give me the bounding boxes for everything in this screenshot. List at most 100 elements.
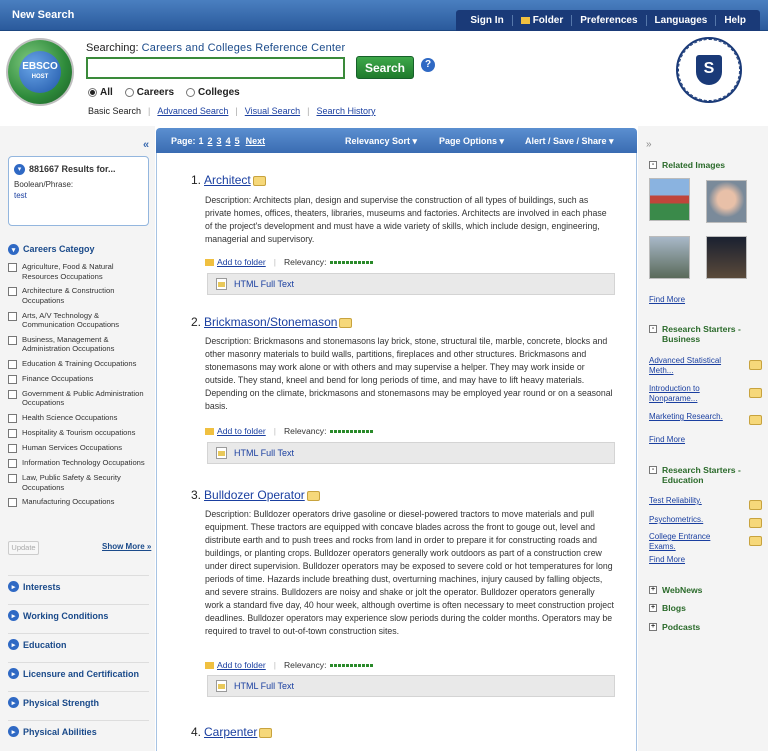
research-link[interactable]: College Entrance Exams.	[649, 532, 739, 552]
checkbox[interactable]	[8, 474, 17, 484]
result-title-link[interactable]: Carpenter	[204, 725, 257, 739]
business-find-more-link[interactable]: Find More	[649, 435, 685, 444]
preview-icon[interactable]	[749, 518, 762, 528]
preview-icon[interactable]	[339, 317, 353, 328]
image-thumbnail[interactable]	[649, 178, 690, 221]
checkbox[interactable]	[8, 389, 17, 399]
category-item[interactable]: Finance Occupations	[8, 374, 149, 384]
update-button[interactable]: Update	[8, 541, 39, 555]
webnews-header[interactable]: + WebNews	[649, 585, 702, 595]
category-item[interactable]: Business, Management & Administration Oc…	[8, 335, 149, 354]
research-link[interactable]: Advanced Statistical Meth...	[649, 356, 739, 376]
section-education[interactable]: ▸ Education	[8, 633, 149, 655]
collapse-left-icon[interactable]: «	[143, 139, 149, 151]
section-physical-strength[interactable]: ▸ Physical Strength	[8, 691, 149, 713]
checkbox[interactable]	[8, 311, 17, 321]
search-button[interactable]: Search	[356, 56, 414, 79]
page-link[interactable]: 5	[235, 136, 240, 146]
add-to-folder-link[interactable]: Add to folder	[217, 426, 266, 436]
section-physical-abilities[interactable]: ▸ Physical Abilities	[8, 720, 149, 742]
alert-save-share-dropdown[interactable]: Alert / Save / Share ▾	[525, 136, 614, 147]
research-link[interactable]: Introduction to Nonparame...	[649, 384, 739, 404]
preview-icon[interactable]	[306, 490, 320, 501]
category-item[interactable]: Health Science Occupations	[8, 413, 149, 424]
help-link[interactable]: Help	[715, 15, 754, 26]
category-item[interactable]: Government & Public Administration Occup…	[8, 389, 149, 408]
preview-icon[interactable]	[259, 727, 273, 738]
research-business-header[interactable]: - Research Starters - Business	[649, 324, 768, 344]
new-search-link[interactable]: New Search	[12, 9, 74, 21]
html-full-text-bar[interactable]: HTML Full Text	[207, 442, 615, 464]
html-full-text-link[interactable]: HTML Full Text	[234, 681, 294, 691]
result-title-link[interactable]: Bulldozer Operator	[204, 488, 305, 502]
page-link[interactable]: 3	[217, 136, 222, 146]
category-item[interactable]: Architecture & Construction Occupations	[8, 286, 149, 305]
research-link[interactable]: Marketing Research.	[649, 412, 739, 422]
page-link[interactable]: 2	[208, 136, 213, 146]
add-to-folder-link[interactable]: Add to folder	[217, 257, 266, 267]
collapse-right-icon[interactable]: »	[646, 139, 652, 150]
query-term[interactable]: test	[14, 191, 143, 200]
image-thumbnail[interactable]	[649, 236, 690, 279]
category-item[interactable]: Arts, A/V Technology & Communication Occ…	[8, 311, 149, 330]
result-title-link[interactable]: Architect	[204, 173, 251, 187]
radio-careers[interactable]: Careers	[124, 87, 174, 98]
page-options-dropdown[interactable]: Page Options ▾	[439, 136, 504, 147]
section-licensure[interactable]: ▸ Licensure and Certification	[8, 662, 149, 684]
image-thumbnail[interactable]	[706, 236, 747, 279]
result-title-link[interactable]: Brickmason/Stonemason	[204, 315, 337, 329]
chevron-down-icon[interactable]: ▾	[14, 163, 25, 175]
html-full-text-link[interactable]: HTML Full Text	[234, 448, 294, 458]
category-item[interactable]: Manufacturing Occupations	[8, 497, 149, 508]
checkbox[interactable]	[8, 263, 17, 273]
preview-icon[interactable]	[749, 500, 762, 510]
search-input[interactable]	[86, 57, 345, 79]
preview-icon[interactable]	[749, 388, 762, 398]
folder-link[interactable]: Folder	[511, 15, 572, 26]
blogs-header[interactable]: + Blogs	[649, 603, 686, 613]
checkbox[interactable]	[8, 359, 17, 369]
category-item[interactable]: Hospitality & Tourism occupations	[8, 428, 149, 439]
checkbox[interactable]	[8, 429, 17, 439]
category-item[interactable]: Agriculture, Food & Natural Resources Oc…	[8, 262, 149, 281]
languages-link[interactable]: Languages	[645, 15, 716, 26]
html-full-text-bar[interactable]: HTML Full Text	[207, 675, 615, 697]
section-working-conditions[interactable]: ▸ Working Conditions	[8, 604, 149, 626]
sign-in-link[interactable]: Sign In	[462, 15, 511, 26]
related-images-header[interactable]: - Related Images	[649, 160, 725, 170]
category-item[interactable]: Education & Training Occupations	[8, 359, 149, 369]
preview-icon[interactable]	[749, 360, 762, 370]
images-find-more-link[interactable]: Find More	[649, 295, 685, 304]
html-full-text-link[interactable]: HTML Full Text	[234, 279, 294, 289]
preview-icon[interactable]	[749, 536, 762, 546]
advanced-search-link[interactable]: Advanced Search	[157, 106, 228, 116]
relevancy-sort-dropdown[interactable]: Relevancy Sort ▾	[345, 136, 417, 147]
research-education-header[interactable]: - Research Starters - Education	[649, 465, 768, 485]
image-thumbnail[interactable]	[706, 180, 747, 223]
show-more-link[interactable]: Show More »	[102, 542, 151, 551]
category-header[interactable]: ▾ Careers Categoy	[8, 244, 149, 256]
html-full-text-bar[interactable]: HTML Full Text	[207, 273, 615, 295]
radio-all[interactable]: All	[88, 87, 113, 98]
checkbox[interactable]	[8, 414, 17, 424]
help-icon[interactable]: ?	[421, 58, 435, 72]
radio-colleges[interactable]: Colleges	[186, 87, 240, 98]
section-interests[interactable]: ▸ Interests	[8, 575, 149, 597]
visual-search-link[interactable]: Visual Search	[245, 106, 300, 116]
preview-icon[interactable]	[749, 415, 762, 425]
ebsco-host-logo[interactable]: EBSCO HOST	[8, 40, 72, 104]
category-item[interactable]: Human Services Occupations	[8, 443, 149, 454]
preferences-link[interactable]: Preferences	[571, 15, 645, 26]
category-item[interactable]: Information Technology Occupations	[8, 458, 149, 469]
category-item[interactable]: Law, Public Safety & Security Occupation…	[8, 473, 149, 492]
research-link[interactable]: Psychometrics.	[649, 515, 739, 525]
podcasts-header[interactable]: + Podcasts	[649, 622, 700, 632]
checkbox[interactable]	[8, 444, 17, 454]
checkbox[interactable]	[8, 498, 17, 508]
preview-icon[interactable]	[252, 175, 266, 186]
checkbox[interactable]	[8, 459, 17, 469]
checkbox[interactable]	[8, 335, 17, 345]
checkbox[interactable]	[8, 287, 17, 297]
next-page-link[interactable]: Next	[246, 136, 266, 146]
education-find-more-link[interactable]: Find More	[649, 555, 685, 564]
